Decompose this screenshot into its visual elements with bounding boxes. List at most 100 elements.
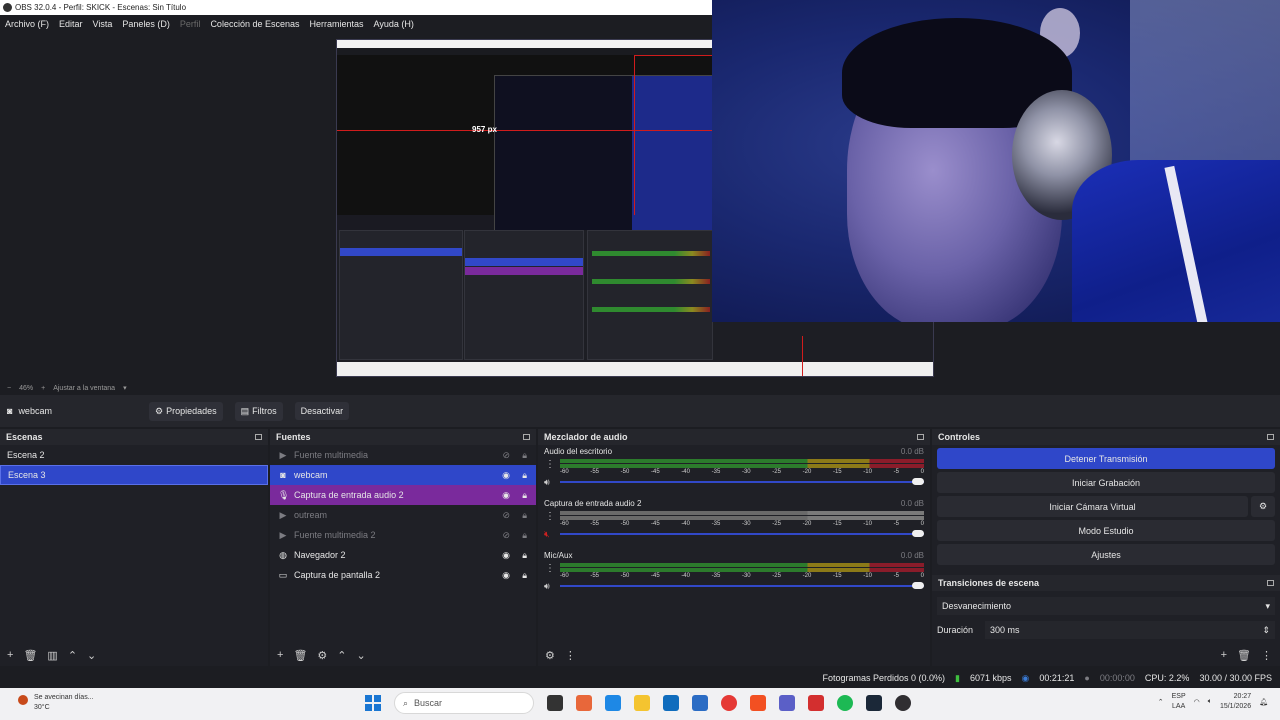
kebab-icon[interactable]: ⋮: [545, 563, 555, 574]
eye-icon[interactable]: ◉: [502, 470, 510, 481]
kebab-icon[interactable]: ⋮: [545, 511, 555, 522]
add-icon[interactable]: +: [277, 649, 283, 661]
source-item[interactable]: ◍ Navegador 2 ◉ 🔒︎: [270, 545, 536, 565]
studio-mode-button[interactable]: Modo Estudio: [937, 520, 1275, 541]
undock-icon[interactable]: [255, 434, 262, 440]
move-up-icon[interactable]: ⌃: [68, 649, 77, 662]
task-view-icon[interactable]: [547, 695, 563, 711]
scene-item[interactable]: Escena 2: [0, 445, 268, 465]
weather-widget[interactable]: Se avecinan días... 30°C: [18, 693, 94, 713]
source-item[interactable]: ▭ Captura de pantalla 2 ◉ 🔒︎: [270, 565, 536, 585]
copilot-icon[interactable]: [576, 695, 592, 711]
start-virtual-cam-button[interactable]: Iniciar Cámara Virtual: [937, 496, 1248, 517]
volume-slider[interactable]: [560, 530, 924, 537]
speaker-icon[interactable]: 🔊︎: [544, 477, 550, 488]
spotify-icon[interactable]: [837, 695, 853, 711]
gear-icon[interactable]: ⚙: [545, 649, 555, 662]
chrome-icon[interactable]: [721, 695, 737, 711]
file-explorer-icon[interactable]: [634, 695, 650, 711]
menu-paneles[interactable]: Paneles (D): [122, 19, 170, 29]
lock-icon[interactable]: 🔒︎: [522, 550, 527, 561]
speaker-icon[interactable]: 🔊︎: [544, 581, 550, 592]
kebab-icon[interactable]: ⋮: [1261, 649, 1272, 662]
speaker-muted-icon[interactable]: 🔇︎: [544, 529, 550, 540]
kebab-icon[interactable]: ⋮: [565, 649, 576, 662]
clock[interactable]: 20:27 15/1/2026: [1220, 692, 1251, 712]
source-item[interactable]: ▶ outream ⊘ 🔒︎: [270, 505, 536, 525]
eye-icon[interactable]: ◉: [502, 570, 510, 581]
undock-icon[interactable]: [523, 434, 530, 440]
lock-icon[interactable]: 🔒︎: [522, 510, 527, 521]
menu-archivo[interactable]: Archivo (F): [5, 19, 49, 29]
menu-coleccion-escenas[interactable]: Colección de Escenas: [210, 19, 299, 29]
properties-button[interactable]: ⚙ Propiedades: [149, 401, 223, 421]
source-item[interactable]: ▶ Fuente multimedia 2 ⊘ 🔒︎: [270, 525, 536, 545]
settings-button[interactable]: Ajustes: [937, 544, 1275, 565]
flash-icon[interactable]: [808, 695, 824, 711]
menu-herramientas[interactable]: Herramientas: [310, 19, 364, 29]
lock-icon[interactable]: 🔒︎: [522, 490, 527, 501]
volume-icon[interactable]: 🔈︎: [1208, 698, 1212, 706]
move-up-icon[interactable]: ⌃: [337, 649, 346, 662]
move-down-icon[interactable]: ⌄: [357, 649, 366, 662]
stop-stream-button[interactable]: Detener Transmisión: [937, 448, 1275, 469]
menu-perfil[interactable]: Perfil: [180, 19, 201, 29]
taskbar-search[interactable]: ⌕ Buscar: [394, 692, 534, 714]
add-icon[interactable]: +: [1221, 649, 1227, 661]
chevron-down-icon[interactable]: ▾: [123, 384, 127, 392]
outlook-icon[interactable]: [663, 695, 679, 711]
lock-icon[interactable]: 🔒︎: [522, 530, 527, 541]
undock-icon[interactable]: [1267, 580, 1274, 586]
zoom-in-button[interactable]: +: [41, 385, 45, 392]
lock-icon[interactable]: 🔒︎: [522, 450, 527, 461]
eye-icon[interactable]: ◉: [502, 550, 510, 561]
brave-icon[interactable]: [750, 695, 766, 711]
undock-icon[interactable]: [1267, 434, 1274, 440]
kebab-icon[interactable]: ⋮: [545, 459, 555, 470]
trash-icon[interactable]: 🗑: [1237, 649, 1251, 662]
volume-slider[interactable]: [560, 582, 924, 589]
deactivate-button[interactable]: Desactivar: [294, 402, 350, 420]
source-item[interactable]: ◙ webcam ◉ 🔒︎: [270, 465, 536, 485]
eye-icon[interactable]: ◉: [502, 490, 510, 501]
filter-icon[interactable]: ▥: [47, 649, 57, 662]
steam-icon[interactable]: [866, 695, 882, 711]
menu-ayuda[interactable]: Ayuda (H): [374, 19, 414, 29]
add-icon[interactable]: +: [7, 649, 13, 661]
source-item[interactable]: ▶ Fuente multimedia ⊘ 🔒︎: [270, 445, 536, 465]
move-down-icon[interactable]: ⌄: [87, 649, 96, 662]
lock-icon[interactable]: 🔒︎: [522, 570, 527, 581]
transition-select[interactable]: Desvanecimiento ▾: [937, 597, 1275, 615]
source-item[interactable]: 🎙︎ Captura de entrada audio 2 ◉ 🔒︎: [270, 485, 536, 505]
eye-hidden-icon[interactable]: ⊘: [502, 450, 510, 461]
windows-start-icon[interactable]: [365, 695, 381, 711]
lock-icon[interactable]: 🔒︎: [522, 470, 527, 481]
volume-slider[interactable]: [560, 478, 924, 485]
language-indicator[interactable]: ESP LAA: [1172, 692, 1186, 712]
zoom-fit-select[interactable]: Ajustar a la ventana: [53, 385, 115, 392]
virtual-cam-settings-button[interactable]: ⚙: [1251, 496, 1275, 517]
zoom-out-button[interactable]: −: [7, 385, 11, 392]
menu-vista[interactable]: Vista: [93, 19, 113, 29]
webcam-feed[interactable]: [712, 0, 1280, 322]
eye-hidden-icon[interactable]: ⊘: [502, 530, 510, 541]
store-icon[interactable]: [692, 695, 708, 711]
preview-canvas[interactable]: 957 px: [0, 0, 1280, 381]
chevron-up-icon[interactable]: ⌃: [1158, 698, 1164, 706]
menu-editar[interactable]: Editar: [59, 19, 83, 29]
gear-icon[interactable]: ⚙: [317, 649, 327, 662]
start-recording-button[interactable]: Iniciar Grabación: [937, 472, 1275, 493]
trash-icon[interactable]: 🗑: [23, 649, 37, 662]
eye-hidden-icon[interactable]: ⊘: [502, 510, 510, 521]
teams-icon[interactable]: [779, 695, 795, 711]
undock-icon[interactable]: [917, 434, 924, 440]
scene-item[interactable]: Escena 3: [0, 465, 268, 485]
filters-button[interactable]: ▤ Filtros: [234, 401, 283, 421]
spinner-icon[interactable]: ⇕: [1262, 625, 1270, 636]
duration-input[interactable]: 300 ms ⇕: [985, 621, 1275, 639]
edge-icon[interactable]: [605, 695, 621, 711]
trash-icon[interactable]: 🗑: [293, 649, 307, 662]
obs-icon[interactable]: [895, 695, 911, 711]
bell-icon[interactable]: 🔔︎: [1259, 698, 1268, 706]
wifi-icon[interactable]: ◠: [1194, 698, 1200, 706]
